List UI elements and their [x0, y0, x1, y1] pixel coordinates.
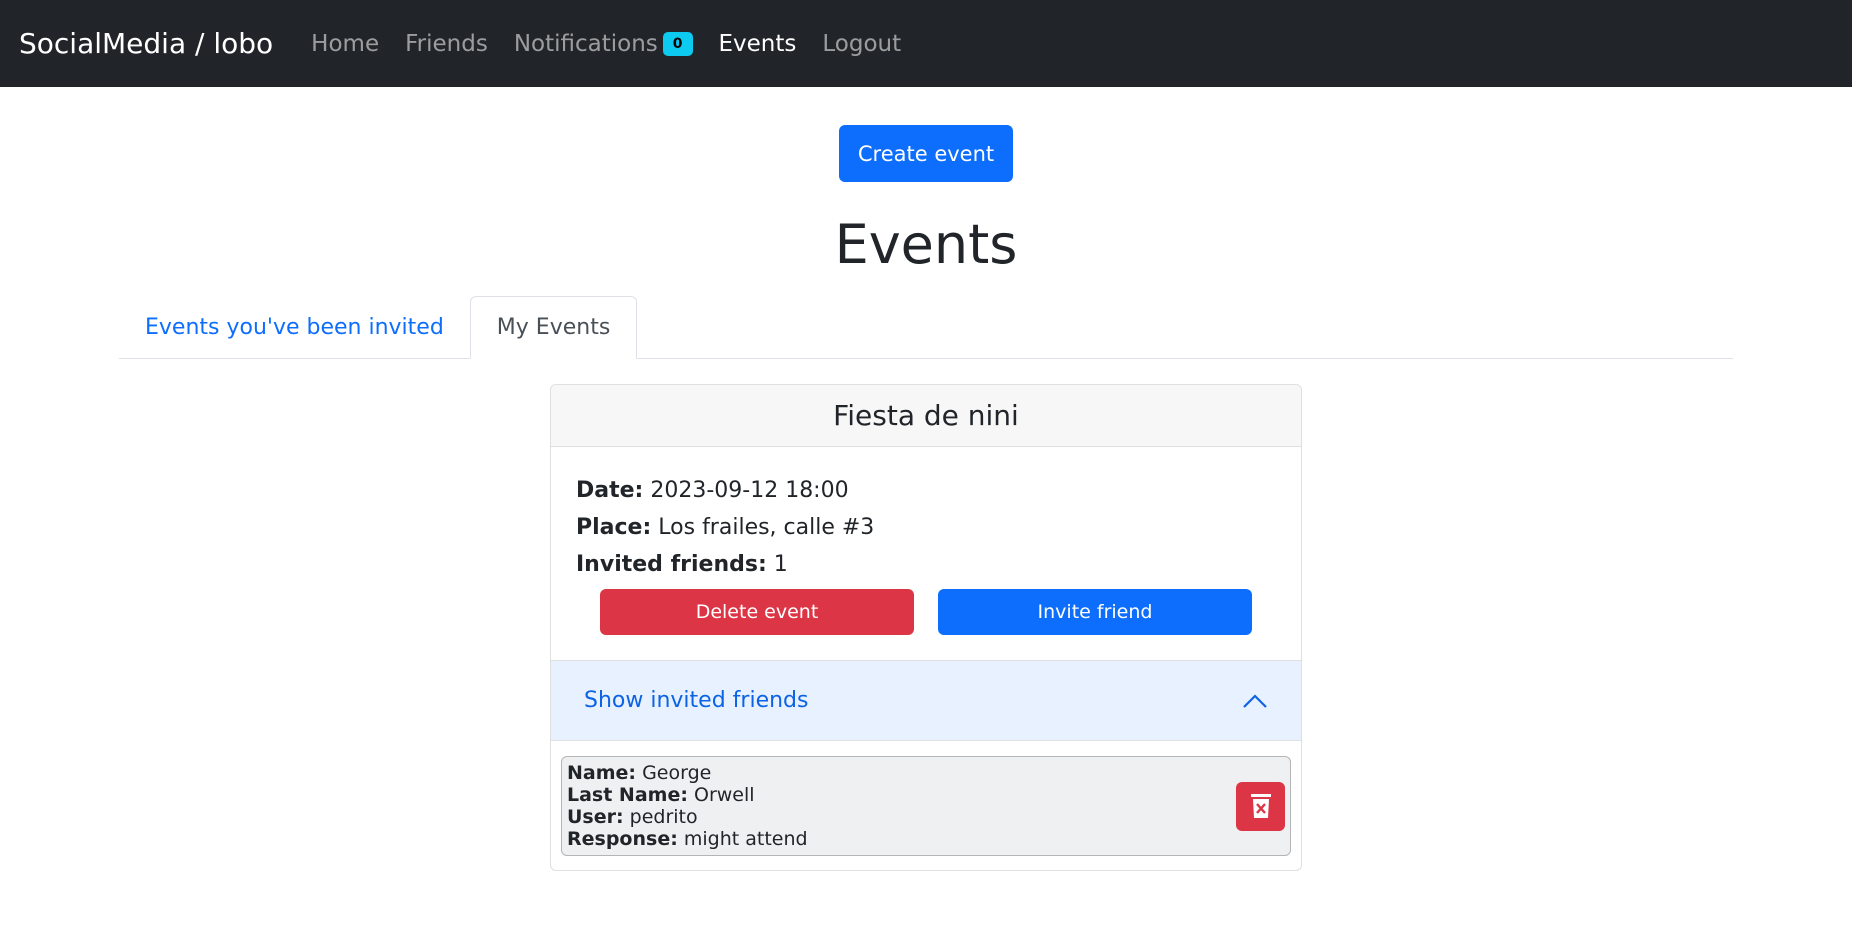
event-details: Date: 2023-09-12 18:00 Place: Los fraile… — [551, 447, 1301, 660]
friend-user-label: User: — [567, 806, 624, 828]
event-invited-label: Invited friends: — [576, 552, 767, 577]
event-actions: Delete event Invite friend — [576, 589, 1276, 635]
events-tabs: Events you've been invited My Events — [119, 296, 1733, 359]
event-place-label: Place: — [576, 515, 652, 540]
chevron-up-icon — [1243, 693, 1267, 708]
event-date-value: 2023-09-12 18:00 — [650, 478, 849, 503]
friend-info: Name: George Last Name: Orwell User: ped… — [567, 762, 808, 850]
friend-name-label: Name: — [567, 762, 637, 784]
notifications-badge: 0 — [662, 31, 693, 56]
nav-logout[interactable]: Logout — [822, 31, 901, 57]
tab-my-events[interactable]: My Events — [469, 296, 638, 359]
friend-last-name: Last Name: Orwell — [567, 784, 808, 806]
nav-home[interactable]: Home — [311, 31, 379, 57]
create-event-wrap: Create event — [0, 125, 1852, 182]
event-title: Fiesta de nini — [551, 385, 1301, 447]
show-invited-friends-toggle[interactable]: Show invited friends — [551, 660, 1301, 741]
nav-notifications-label: Notifications — [513, 30, 658, 57]
trash-x-icon — [1250, 794, 1271, 818]
invited-friends-list: Name: George Last Name: Orwell User: ped… — [551, 741, 1301, 870]
invite-friend-button[interactable]: Invite friend — [938, 589, 1252, 635]
nav-friends[interactable]: Friends — [405, 31, 488, 57]
navbar: SocialMedia / lobo Home Friends Notifica… — [0, 0, 1852, 87]
remove-friend-button[interactable] — [1236, 781, 1285, 831]
event-card: Fiesta de nini Date: 2023-09-12 18:00 Pl… — [550, 384, 1302, 871]
list-item: Name: George Last Name: Orwell User: ped… — [561, 756, 1291, 856]
event-invited-count: Invited friends: 1 — [576, 546, 1276, 583]
friend-response-value: might attend — [683, 828, 808, 850]
friend-response: Response: might attend — [567, 828, 808, 850]
nav-events[interactable]: Events — [719, 31, 797, 57]
brand[interactable]: SocialMedia / lobo — [19, 27, 273, 60]
friend-last-name-label: Last Name: — [567, 784, 688, 806]
friend-user-value: pedrito — [629, 806, 698, 828]
friend-name-value: George — [642, 762, 712, 784]
friend-last-name-value: Orwell — [694, 784, 755, 806]
tab-invited-events[interactable]: Events you've been invited — [119, 297, 470, 358]
friend-response-label: Response: — [567, 828, 678, 850]
friend-name: Name: George — [567, 762, 808, 784]
event-place-value: Los frailes, calle #3 — [658, 515, 875, 540]
page-title: Events — [834, 213, 1018, 276]
delete-event-button[interactable]: Delete event — [600, 589, 914, 635]
friend-user: User: pedrito — [567, 806, 808, 828]
event-place: Place: Los frailes, calle #3 — [576, 509, 1276, 546]
accordion-label: Show invited friends — [584, 688, 809, 713]
nav-notifications[interactable]: Notifications 0 — [514, 31, 693, 57]
event-date: Date: 2023-09-12 18:00 — [576, 472, 1276, 509]
event-date-label: Date: — [576, 478, 644, 503]
event-invited-value: 1 — [773, 552, 788, 577]
create-event-button[interactable]: Create event — [839, 125, 1013, 182]
